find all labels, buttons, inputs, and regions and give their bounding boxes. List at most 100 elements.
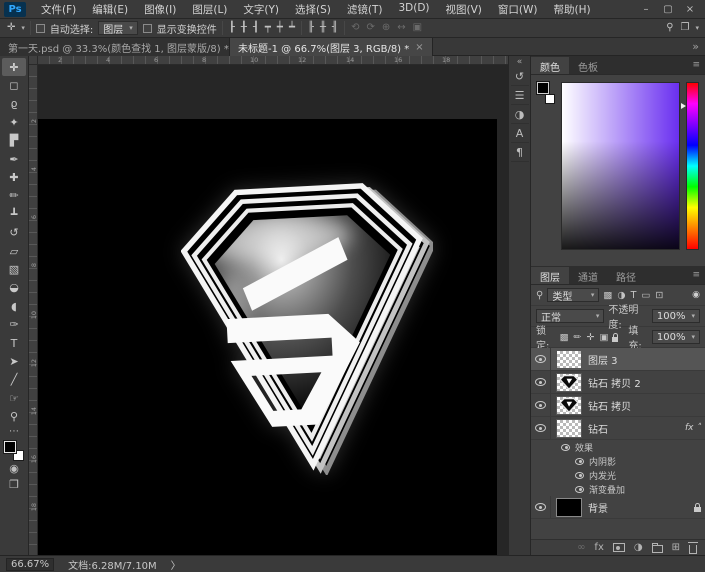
screen-mode-icon[interactable]: ❐ [9,477,19,493]
history-panel-icon[interactable]: ↺ [511,67,529,86]
effect-row-内发光[interactable]: 内发光 [531,468,705,482]
3d-scale-icon[interactable]: ▣ [412,23,423,33]
new-layer-icon[interactable]: ⊞ [672,542,680,553]
3d-slide-icon[interactable]: ↔ [396,23,406,33]
layers-panel-tab-图层[interactable]: 图层 [531,267,569,284]
menu-滤镜(T)[interactable]: 滤镜(T) [340,1,390,18]
move-tool[interactable]: ✛ [2,58,26,76]
current-tool-icon[interactable]: ✛ [6,23,16,33]
menu-文字(Y)[interactable]: 文字(Y) [236,1,286,18]
layer-effects-badge[interactable]: fx˄ [685,423,701,433]
menu-编辑(E)[interactable]: 编辑(E) [85,1,135,18]
close-tab-icon[interactable]: × [415,42,423,53]
filter-adjustment-layers-icon[interactable]: ◑ [617,290,625,301]
effect-row-渐变叠加[interactable]: 渐变叠加 [531,482,705,496]
layers-panel-tab-通道[interactable]: 通道 [569,267,607,284]
dodge-tool[interactable]: ◖ [2,297,26,315]
eye-icon[interactable] [575,472,584,479]
layer-thumbnail[interactable] [556,373,582,392]
eye-icon[interactable] [535,401,546,409]
visibility-cell[interactable] [531,348,551,370]
align-center-vertical-icon[interactable]: ┿ [276,23,284,33]
workspace-switcher-icon[interactable]: ❐ [680,23,691,33]
path-selection-tool[interactable]: ➤ [2,352,26,370]
zoom-level-field[interactable]: 66.67% [6,558,54,571]
menu-视图(V)[interactable]: 视图(V) [439,1,489,18]
close-button[interactable]: × [679,2,701,17]
filter-search-icon[interactable]: ⚲ [536,290,543,301]
hue-slider-handle[interactable] [681,103,686,109]
clone-stamp-tool[interactable]: ┻ [2,205,26,223]
layer-row-图层 3[interactable]: 图层 3 [531,348,705,371]
status-options-arrow-icon[interactable]: 〉 [171,557,181,572]
visibility-cell[interactable] [531,417,551,439]
show-transform-checkbox[interactable] [143,24,152,33]
align-bottom-icon[interactable]: ┷ [288,23,296,33]
vertical-ruler[interactable]: 24681012141618 [29,65,38,555]
link-layers-icon[interactable]: ∞ [577,542,585,553]
filter-toggle-icon[interactable]: ◉ [692,290,700,300]
adjustments-panel-icon[interactable]: ◑ [511,105,529,124]
visibility-cell[interactable] [531,394,551,416]
distribute-center-icon[interactable]: ╫ [319,23,327,33]
layer-thumbnail[interactable] [556,419,582,438]
lasso-tool[interactable]: ϱ [2,95,26,113]
minimize-button[interactable]: – [635,2,657,17]
eraser-tool[interactable]: ▱ [2,242,26,260]
color-panel-tab-色板[interactable]: 色板 [569,57,607,74]
eye-icon[interactable] [575,486,584,493]
color-swatches[interactable] [4,441,24,461]
menu-图层(L)[interactable]: 图层(L) [185,1,234,18]
layers-panel-menu-icon[interactable]: ≡ [692,270,700,280]
eye-icon[interactable] [575,458,584,465]
collapse-effects-icon[interactable]: ˄ [697,423,702,433]
brush-tool[interactable]: ✏ [2,187,26,205]
effect-row-内阴影[interactable]: 内阴影 [531,454,705,468]
paragraph-panel-icon[interactable]: ¶ [511,143,529,162]
3d-rotate-icon[interactable]: ⟲ [350,23,360,33]
menu-图像(I)[interactable]: 图像(I) [137,1,183,18]
filter-smart-objects-icon[interactable]: ⊡ [655,290,663,301]
eye-icon[interactable] [561,444,570,451]
filter-pixel-layers-icon[interactable]: ▩ [603,290,612,301]
layer-row-背景[interactable]: 背景 [531,496,705,519]
hand-tool[interactable]: ☞ [2,389,26,407]
zoom-tool[interactable]: ⚲ [2,407,26,425]
lock-transparent-pixels-icon[interactable]: ▩ [560,332,569,343]
ruler-origin-corner[interactable] [29,56,38,65]
blend-mode-dropdown[interactable]: 正常 ▾ [536,309,604,323]
menu-窗口(W)[interactable]: 窗口(W) [491,1,545,18]
layer-row-钻石[interactable]: 钻石fx˄ [531,417,705,440]
quick-selection-tool[interactable]: ✦ [2,113,26,131]
eye-icon[interactable] [535,424,546,432]
new-group-icon[interactable] [652,545,663,553]
3d-drag-icon[interactable]: ⊕ [381,23,391,33]
history-brush-tool[interactable]: ↺ [2,224,26,242]
menu-选择(S)[interactable]: 选择(S) [288,1,338,18]
panel-background-swatch[interactable] [545,94,555,104]
opacity-dropdown[interactable]: 100% ▾ [652,309,700,323]
foreground-color-swatch[interactable] [4,441,16,453]
saturation-brightness-field[interactable] [561,82,680,250]
gradient-tool[interactable]: ▧ [2,260,26,278]
crop-tool[interactable]: ▛ [2,132,26,150]
layer-thumbnail[interactable] [556,396,582,415]
character-panel-icon[interactable]: A [511,124,529,143]
filter-kind-dropdown[interactable]: 类型 ▾ [547,288,599,302]
document-tab[interactable]: 第一天.psd @ 33.3%(颜色查找 1, 图层蒙版/8) *× [0,38,230,56]
eyedropper-tool[interactable]: ✒ [2,150,26,168]
search-icon[interactable]: ⚲ [665,23,674,33]
hue-slider[interactable] [686,82,699,250]
spot-healing-brush-tool[interactable]: ✚ [2,168,26,186]
line-tool[interactable]: ╱ [2,371,26,389]
filter-type-layers-icon[interactable]: T [631,290,637,301]
auto-select-checkbox[interactable] [36,24,45,33]
menu-文件(F)[interactable]: 文件(F) [34,1,83,18]
canvas-area[interactable]: 24681012141618 24681012141618 [29,56,508,555]
fill-dropdown[interactable]: 100% ▾ [652,330,700,344]
rectangular-marquee-tool[interactable]: ◻ [2,76,26,94]
layer-row-钻石 拷贝 2[interactable]: 钻石 拷贝 2 [531,371,705,394]
layer-thumbnail[interactable] [556,350,582,369]
color-panel-menu-icon[interactable]: ≡ [692,60,700,70]
eye-icon[interactable] [535,378,546,386]
